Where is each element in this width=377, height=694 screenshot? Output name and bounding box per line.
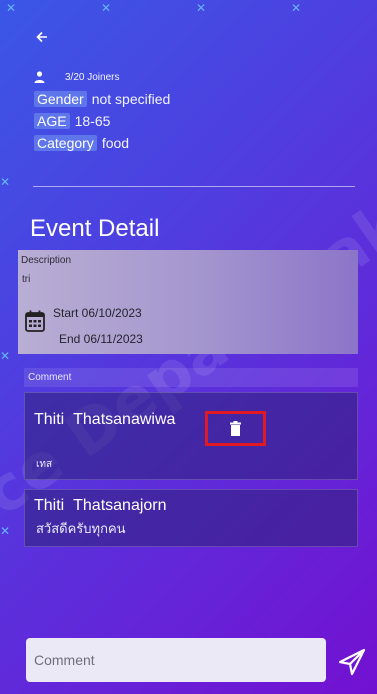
start-date: Start 06/10/2023 <box>53 306 142 320</box>
comment-text: เทส <box>36 459 53 470</box>
author-last-name: Thatsanajorn <box>73 497 167 514</box>
end-date: End 06/11/2023 <box>59 332 143 346</box>
event-detail-screen: ce Depa sarak ✕ ✕ ✕ ✕ ✕ ✕ ✕ 3/20 Joiners… <box>0 0 377 694</box>
marker-icon: ✕ <box>0 175 11 189</box>
marker-icon: ✕ <box>291 1 302 15</box>
divider <box>33 186 355 187</box>
age-tag: AGE <box>34 113 70 129</box>
delete-comment-button[interactable] <box>205 411 266 446</box>
age-row: AGE 18-65 <box>34 110 334 132</box>
arrow-left-icon <box>36 31 47 43</box>
send-icon <box>338 648 366 676</box>
author-last-name: Thatsanawiwa <box>73 411 176 428</box>
comment-input[interactable] <box>26 638 326 682</box>
comment-text: สวัสดีครับทุกคน <box>36 521 126 536</box>
gender-tag: Gender <box>34 91 87 107</box>
event-detail-card: Description tri Start 06/10/2023 End 06/… <box>18 250 358 354</box>
event-info: 3/20 Joiners Gender not specified AGE 18… <box>34 66 334 154</box>
age-value: 18-65 <box>74 113 111 129</box>
joiners-row: 3/20 Joiners <box>34 66 334 88</box>
author-first-name: Thiti <box>34 411 65 428</box>
marker-icon: ✕ <box>6 1 17 15</box>
person-icon <box>34 71 45 83</box>
marker-icon: ✕ <box>101 1 112 15</box>
calendar-icon <box>25 310 45 332</box>
comment-card: Thiti Thatsanawiwa เทส <box>24 392 358 480</box>
comment-section-header: Comment <box>24 368 358 387</box>
marker-icon: ✕ <box>0 524 11 538</box>
author-first-name: Thiti <box>34 497 65 514</box>
marker-icon: ✕ <box>0 349 11 363</box>
joiners-count: 3/20 Joiners <box>65 71 120 83</box>
trash-icon <box>230 421 241 436</box>
description-value: tri <box>22 274 31 285</box>
send-button[interactable] <box>334 644 370 680</box>
gender-row: Gender not specified <box>34 88 334 110</box>
comment-author: Thiti Thatsanawiwa <box>34 411 175 429</box>
category-tag: Category <box>34 135 97 151</box>
description-label: Description <box>21 255 72 266</box>
gender-value: not specified <box>91 91 171 107</box>
category-row: Category food <box>34 132 334 154</box>
comment-author: Thiti Thatsanajorn <box>34 497 167 515</box>
category-value: food <box>101 135 130 151</box>
event-detail-title: Event Detail <box>30 215 160 242</box>
comment-card: Thiti Thatsanajorn สวัสดีครับทุกคน <box>24 489 358 547</box>
back-button[interactable] <box>32 27 52 47</box>
marker-icon: ✕ <box>196 1 207 15</box>
